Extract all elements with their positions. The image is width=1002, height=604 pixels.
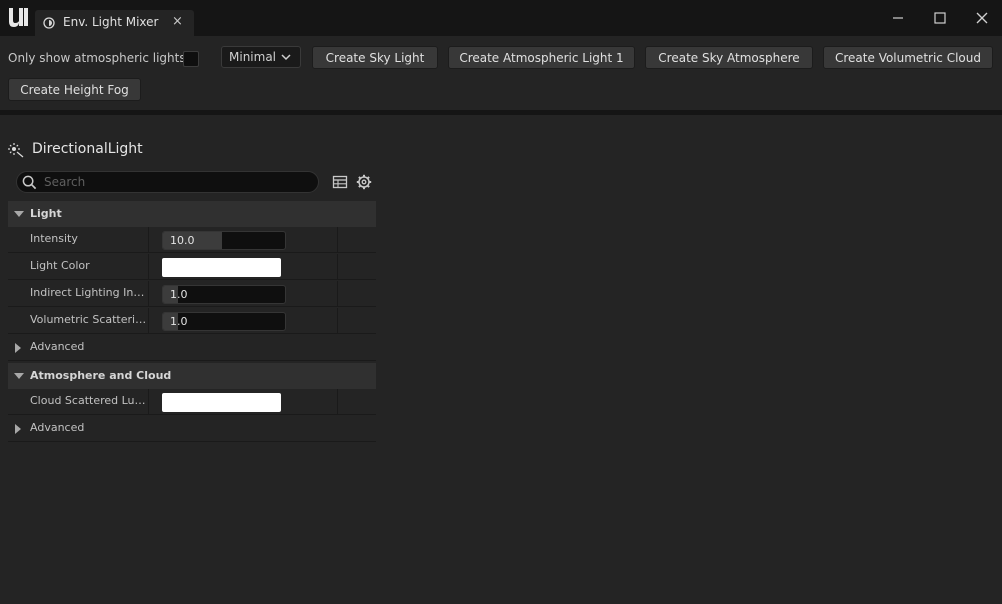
- advanced-label: Advanced: [30, 421, 85, 434]
- create-height-fog-button[interactable]: Create Height Fog: [8, 78, 141, 101]
- minimize-button[interactable]: [888, 8, 908, 28]
- volumetric-scattering-value: 1.0: [170, 315, 188, 328]
- property-label: Intensity: [30, 232, 78, 245]
- only-atmospheric-checkbox[interactable]: [183, 51, 199, 67]
- property-label: Volumetric Scattering...: [30, 313, 148, 326]
- chevron-down-icon: [281, 54, 291, 61]
- create-atmospheric-light-button[interactable]: Create Atmospheric Light 1: [448, 46, 635, 69]
- expand-arrow-icon: [15, 343, 21, 353]
- property-row-indirect-lighting-intensity: Indirect Lighting Inten... 1.0: [8, 281, 376, 307]
- advanced-expander-light[interactable]: Advanced: [8, 335, 376, 361]
- unreal-logo-icon: [9, 8, 28, 27]
- property-row-cloud-scattered-luminance: Cloud Scattered Lumi...: [8, 389, 376, 415]
- category-label: Light: [30, 207, 62, 220]
- property-row-volumetric-scattering: Volumetric Scattering... 1.0: [8, 308, 376, 334]
- create-volumetric-cloud-button[interactable]: Create Volumetric Cloud: [823, 46, 993, 69]
- indirect-lighting-intensity-input[interactable]: 1.0: [162, 285, 286, 304]
- details-search-input[interactable]: Search: [16, 171, 319, 193]
- title-bar: Env. Light Mixer ×: [0, 0, 1002, 36]
- advanced-label: Advanced: [30, 340, 85, 353]
- light-mixer-icon: [43, 17, 55, 29]
- tab-close-button[interactable]: ×: [172, 14, 183, 29]
- create-sky-atmosphere-button[interactable]: Create Sky Atmosphere: [645, 46, 813, 69]
- volumetric-scattering-input[interactable]: 1.0: [162, 312, 286, 331]
- tab-env-light-mixer[interactable]: Env. Light Mixer ×: [35, 10, 194, 36]
- expand-arrow-icon: [14, 373, 24, 379]
- maximize-button[interactable]: [930, 8, 950, 28]
- actor-name: DirectionalLight: [32, 141, 143, 157]
- view-mode-value: Minimal: [229, 50, 277, 64]
- intensity-value: 10.0: [170, 234, 195, 247]
- advanced-expander-atmosphere[interactable]: Advanced: [8, 416, 376, 442]
- intensity-input[interactable]: 10.0: [162, 231, 286, 250]
- expand-arrow-icon: [14, 211, 24, 217]
- property-row-light-color: Light Color: [8, 254, 376, 280]
- cloud-scattered-luminance-swatch[interactable]: [162, 393, 281, 412]
- toolbar-divider: [0, 110, 1002, 115]
- light-color-swatch[interactable]: [162, 258, 281, 277]
- category-label: Atmosphere and Cloud: [30, 369, 172, 382]
- property-row-intensity: Intensity 10.0: [8, 227, 376, 253]
- category-atmosphere-and-cloud[interactable]: Atmosphere and Cloud: [8, 363, 376, 389]
- only-atmospheric-label: Only show atmospheric lights: [8, 51, 186, 65]
- indirect-lighting-intensity-value: 1.0: [170, 288, 188, 301]
- property-label: Light Color: [30, 259, 90, 272]
- expand-arrow-icon: [15, 424, 21, 434]
- view-mode-dropdown[interactable]: Minimal: [221, 46, 301, 68]
- directional-light-icon: [8, 143, 24, 158]
- category-light[interactable]: Light: [8, 201, 376, 227]
- table-view-icon[interactable]: [332, 174, 348, 190]
- property-label: Cloud Scattered Lumi...: [30, 394, 148, 407]
- create-sky-light-button[interactable]: Create Sky Light: [312, 46, 438, 69]
- search-placeholder: Search: [44, 175, 86, 189]
- property-label: Indirect Lighting Inten...: [30, 286, 148, 299]
- close-window-button[interactable]: [972, 8, 992, 28]
- search-icon: [22, 175, 37, 190]
- tab-title: Env. Light Mixer: [63, 15, 159, 29]
- gear-icon[interactable]: [356, 174, 372, 190]
